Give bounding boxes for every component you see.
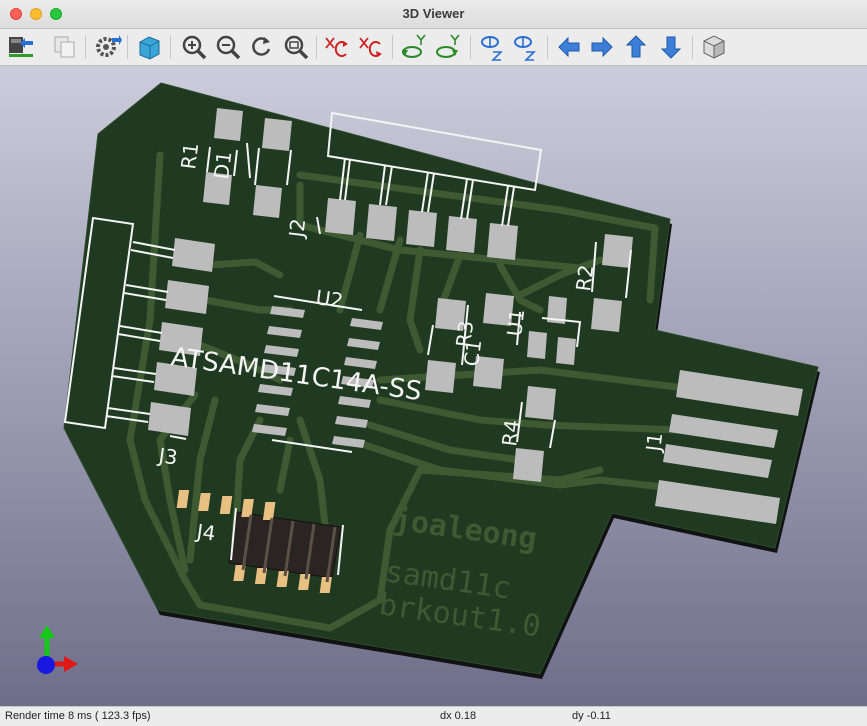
rotate-y-cw-button[interactable] bbox=[399, 32, 429, 62]
3d-viewport[interactable]: R1 D1 J2 U2 R2 U1 R3 C1 R4 J1 J3 J4 ATSA… bbox=[0, 66, 867, 706]
rotate-y-cw-icon bbox=[402, 34, 426, 58]
toolbar-separator bbox=[547, 35, 548, 59]
ortho-view-icon bbox=[703, 35, 725, 59]
rotate-y-ccw-button[interactable] bbox=[433, 32, 463, 62]
r4-label: R4 bbox=[497, 418, 524, 447]
toolbar-separator bbox=[692, 35, 693, 59]
u2-label: U2 bbox=[314, 285, 344, 313]
toolbar bbox=[0, 29, 867, 66]
rotate-x-cw-icon bbox=[325, 37, 348, 57]
rotate-x-ccw-button[interactable] bbox=[356, 32, 386, 62]
zoom-out-icon bbox=[216, 35, 241, 60]
rotate-z-cw-button[interactable] bbox=[477, 32, 507, 62]
j1-label: J1 bbox=[641, 431, 667, 454]
rotate-x-cw-button[interactable] bbox=[322, 32, 352, 62]
move-left-icon bbox=[558, 36, 580, 58]
copy-image-button[interactable] bbox=[50, 32, 80, 62]
j2-label: J2 bbox=[284, 217, 310, 240]
move-left-button[interactable] bbox=[554, 32, 584, 62]
z-axis-ball bbox=[37, 656, 55, 674]
zoom-fit-icon bbox=[284, 35, 309, 60]
render-time-text: Render time 8 ms ( 123.3 fps) bbox=[5, 710, 151, 722]
zoom-in-button[interactable] bbox=[179, 32, 209, 62]
refresh-button[interactable] bbox=[246, 32, 276, 62]
move-up-button[interactable] bbox=[621, 32, 651, 62]
ortho-view-button[interactable] bbox=[699, 32, 729, 62]
r1-label: R1 bbox=[176, 141, 203, 170]
reload-board-icon bbox=[9, 37, 33, 57]
u1-label: U1 bbox=[502, 308, 529, 338]
refresh-icon bbox=[252, 37, 271, 56]
settings-icon bbox=[96, 35, 122, 57]
dy-readout: dy -0.11 bbox=[572, 710, 611, 722]
title-bar: 3D Viewer bbox=[0, 0, 867, 29]
window-title: 3D Viewer bbox=[402, 6, 465, 21]
rotate-x-ccw-icon bbox=[359, 37, 382, 57]
pcb-board-render: R1 D1 J2 U2 R2 U1 R3 C1 R4 J1 J3 J4 ATSA… bbox=[37, 82, 820, 679]
move-right-button[interactable] bbox=[587, 32, 617, 62]
toolbar-separator bbox=[316, 35, 317, 59]
status-bar: Render time 8 ms ( 123.3 fps) dx 0.18 dy… bbox=[0, 706, 867, 726]
reload-board-button[interactable] bbox=[5, 32, 35, 62]
rotate-z-cw-icon bbox=[481, 36, 503, 61]
toolbar-separator bbox=[470, 35, 471, 59]
r2-label: R2 bbox=[571, 263, 598, 292]
rotate-z-ccw-icon bbox=[514, 36, 536, 61]
toolbar-separator bbox=[85, 35, 86, 59]
move-down-icon bbox=[660, 36, 682, 59]
zoom-in-icon bbox=[182, 35, 207, 60]
toolbar-separator bbox=[127, 35, 128, 59]
move-up-icon bbox=[625, 35, 647, 58]
rotate-z-ccw-button[interactable] bbox=[510, 32, 540, 62]
zoom-fit-button[interactable] bbox=[281, 32, 311, 62]
move-right-icon bbox=[591, 36, 613, 58]
c1-label: C1 bbox=[459, 338, 486, 367]
zoom-out-button[interactable] bbox=[213, 32, 243, 62]
move-down-button[interactable] bbox=[656, 32, 686, 62]
axis-gizmo bbox=[37, 625, 78, 674]
toolbar-separator bbox=[392, 35, 393, 59]
settings-button[interactable] bbox=[92, 32, 122, 62]
copy-image-icon bbox=[54, 36, 75, 58]
d1-label: D1 bbox=[209, 150, 236, 181]
toolbar-separator bbox=[170, 35, 171, 59]
raytracing-icon bbox=[139, 36, 160, 60]
dx-readout: dx 0.18 bbox=[440, 710, 477, 722]
rotate-y-ccw-icon bbox=[436, 34, 460, 58]
raytracing-button[interactable] bbox=[134, 32, 164, 62]
